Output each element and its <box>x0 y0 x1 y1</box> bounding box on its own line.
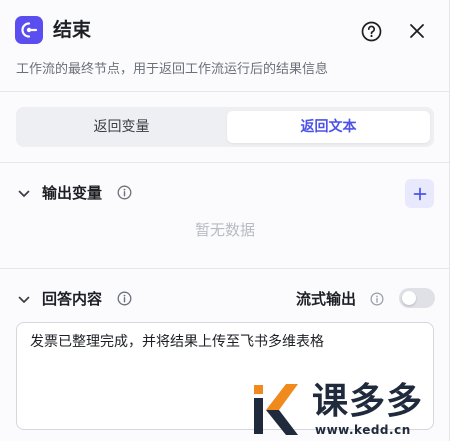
stream-output-toggle[interactable] <box>399 288 435 308</box>
watermark-name: 课多多 <box>312 381 424 422</box>
node-description: 工作流的最终节点，用于返回工作流运行后的结果信息 <box>16 62 329 77</box>
toggle-knob <box>402 291 416 305</box>
chevron-down-icon[interactable] <box>17 186 31 200</box>
page-title: 结束 <box>53 19 92 41</box>
help-icon[interactable] <box>361 21 382 42</box>
output-variables-title: 输出变量 <box>42 184 103 202</box>
end-node-panel: 结束 工作流的最终节点，用于返回工作流运行后的结果信息 返回变量 返回文本 输出… <box>0 0 450 441</box>
stream-output-label: 流式输出 <box>296 290 357 308</box>
answer-content-title: 回答内容 <box>42 290 103 308</box>
chevron-down-icon[interactable] <box>17 292 31 306</box>
plus-icon <box>413 187 426 200</box>
watermark-logo-icon <box>252 380 302 435</box>
tab-return-text[interactable]: 返回文本 <box>227 111 430 143</box>
divider <box>0 268 450 269</box>
return-mode-switch: 返回变量 返回文本 <box>16 107 434 147</box>
panel-header: 结束 <box>0 0 450 60</box>
info-icon[interactable] <box>370 291 384 306</box>
empty-state-text: 暂无数据 <box>194 221 255 239</box>
watermark: 课多多 www.kedd.cn <box>252 380 448 440</box>
divider <box>0 91 450 92</box>
tab-return-variable[interactable]: 返回变量 <box>20 111 223 143</box>
close-icon[interactable] <box>407 21 427 41</box>
info-icon[interactable] <box>117 185 132 200</box>
divider <box>0 162 450 163</box>
watermark-url: www.kedd.cn <box>315 423 411 437</box>
end-node-icon <box>15 16 43 44</box>
info-icon[interactable] <box>117 291 132 306</box>
add-variable-button[interactable] <box>405 179 434 208</box>
